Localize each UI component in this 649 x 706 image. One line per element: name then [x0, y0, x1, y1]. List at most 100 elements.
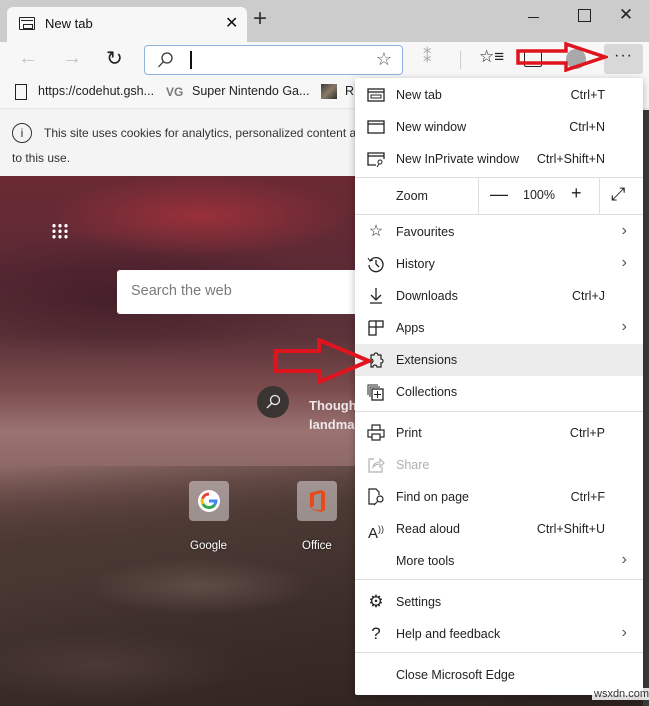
find-icon — [368, 488, 384, 506]
menu-item-shortcut: Ctrl+F — [570, 490, 605, 504]
favorites-icon[interactable]: ☆≡ — [479, 47, 504, 67]
caption-line: Though — [309, 398, 357, 413]
new-tab-icon — [367, 88, 385, 102]
download-icon — [370, 288, 382, 304]
menu-item-favourites[interactable]: ☆ Favourites › — [355, 216, 643, 248]
quick-link-google[interactable] — [189, 481, 229, 521]
menu-item-apps[interactable]: Apps › — [355, 312, 643, 344]
chevron-right-icon: › — [621, 624, 627, 641]
tile-label: Office — [302, 540, 332, 552]
refresh-button[interactable]: ↻ — [106, 46, 123, 71]
menu-item-downloads[interactable]: Downloads Ctrl+J — [355, 280, 643, 312]
printer-icon — [367, 424, 385, 441]
bookmark-item[interactable]: https://codehut.gsh... — [38, 84, 154, 98]
chevron-right-icon: › — [621, 222, 627, 239]
tab-new-tab[interactable]: New tab ✕ — [7, 7, 247, 42]
menu-item-label: Apps — [396, 321, 425, 335]
menu-item-settings[interactable]: ⚙ Settings — [355, 586, 643, 618]
search-placeholder: Search the web — [131, 283, 232, 299]
menu-item-label: Read aloud — [396, 522, 460, 536]
app-launcher-icon[interactable] — [51, 223, 69, 239]
forward-button[interactable]: → — [62, 47, 82, 70]
chevron-right-icon: › — [621, 551, 627, 568]
apps-icon — [368, 320, 384, 336]
menu-item-new-inprivate[interactable]: New InPrivate window Ctrl+Shift+N — [355, 143, 643, 175]
bookmark-item[interactable]: Super Nintendo Ga... — [192, 84, 309, 98]
settings-menu: New tab Ctrl+T New window Ctrl+N New InP… — [355, 78, 643, 695]
menu-item-history[interactable]: History › — [355, 248, 643, 280]
menu-item-close-edge[interactable]: Close Microsoft Edge — [355, 659, 643, 691]
menu-item-label: Extensions — [396, 353, 458, 367]
quick-link-office[interactable] — [297, 481, 337, 521]
cookie-text-continued: to this use. — [12, 151, 71, 165]
menu-item-shortcut: Ctrl+P — [569, 426, 605, 440]
google-icon — [198, 490, 220, 512]
menu-item-label: Downloads — [396, 289, 458, 303]
zoom-label: Zoom — [396, 189, 428, 203]
menu-item-print[interactable]: Print Ctrl+P — [355, 417, 643, 449]
share-icon — [368, 457, 385, 473]
menu-item-shortcut: Ctrl+Shift+U — [536, 522, 605, 536]
chevron-right-icon: › — [621, 318, 627, 335]
zoom-divider — [599, 178, 600, 214]
menu-item-label: Settings — [396, 595, 442, 609]
watermark: wsxdn.com — [592, 688, 649, 700]
settings-and-more-button[interactable]: ··· — [604, 44, 643, 74]
read-aloud-toolbar-icon[interactable]: ⁑ — [423, 47, 432, 67]
annotation-arrow-extensions — [274, 338, 372, 384]
back-button[interactable]: ← — [18, 47, 38, 70]
window-close-button[interactable]: ✕ — [606, 4, 646, 30]
cookie-text: This site uses cookies for analytics, pe… — [44, 126, 361, 140]
menu-item-new-window[interactable]: New window Ctrl+N — [355, 111, 643, 143]
menu-item-shortcut: Ctrl+J — [572, 289, 605, 303]
menu-divider — [355, 411, 643, 412]
tab-close-button[interactable]: ✕ — [225, 13, 238, 33]
menu-item-label: New tab — [396, 88, 442, 102]
menu-item-collections[interactable]: Collections — [355, 376, 643, 408]
add-favorite-icon[interactable]: ☆ — [376, 49, 392, 70]
fullscreen-button[interactable]: ⤢ — [611, 184, 625, 205]
document-icon — [15, 84, 27, 100]
menu-item-label: More tools — [396, 554, 455, 568]
zoom-level: 100% — [523, 188, 555, 202]
menu-item-help[interactable]: ? Help and feedback › — [355, 618, 643, 650]
menu-item-shortcut: Ctrl+N — [569, 120, 605, 134]
page-scrollbar[interactable] — [643, 110, 649, 706]
maximize-button[interactable] — [564, 4, 604, 30]
image-caption[interactable]: Though landma — [309, 396, 357, 434]
caption-line: landma — [309, 417, 355, 432]
visual-search-button[interactable] — [257, 386, 289, 418]
zoom-in-button[interactable]: + — [571, 183, 582, 204]
menu-item-label: New window — [396, 120, 467, 134]
text-caret — [190, 51, 192, 69]
address-bar[interactable]: ☆ — [144, 45, 403, 75]
menu-item-new-tab[interactable]: New tab Ctrl+T — [355, 79, 643, 111]
minimize-button[interactable] — [514, 4, 554, 30]
menu-item-label: Help and feedback — [396, 627, 501, 641]
tile-label: Google — [190, 540, 228, 552]
menu-item-share[interactable]: Share — [355, 449, 643, 481]
window-icon — [367, 120, 385, 134]
new-tab-icon — [19, 17, 35, 30]
menu-item-extensions[interactable]: Extensions — [355, 344, 643, 376]
toolbar-divider — [460, 51, 461, 69]
vg-icon: VG — [166, 85, 184, 99]
menu-item-shortcut: Ctrl+T — [570, 88, 605, 102]
title-bar: New tab ✕ + ✕ — [0, 0, 649, 42]
menu-divider — [355, 652, 643, 653]
menu-item-label: Favourites — [396, 225, 455, 239]
bookmark-item[interactable]: R — [345, 84, 354, 98]
web-search-input[interactable]: Search the web — [117, 270, 367, 314]
menu-divider — [355, 579, 643, 580]
menu-item-read-aloud[interactable]: A)) Read aloud Ctrl+Shift+U — [355, 513, 643, 545]
read-aloud-icon: A)) — [367, 524, 384, 542]
new-tab-button[interactable]: + — [253, 7, 267, 31]
menu-item-label: Find on page — [396, 490, 469, 504]
image-icon — [321, 84, 337, 99]
zoom-out-button[interactable]: — — [490, 184, 508, 205]
help-icon: ? — [371, 624, 381, 643]
menu-item-more-tools[interactable]: More tools › — [355, 545, 643, 577]
menu-item-label: Share — [396, 458, 430, 472]
office-icon — [310, 490, 325, 512]
menu-item-find-on-page[interactable]: Find on page Ctrl+F — [355, 481, 643, 513]
